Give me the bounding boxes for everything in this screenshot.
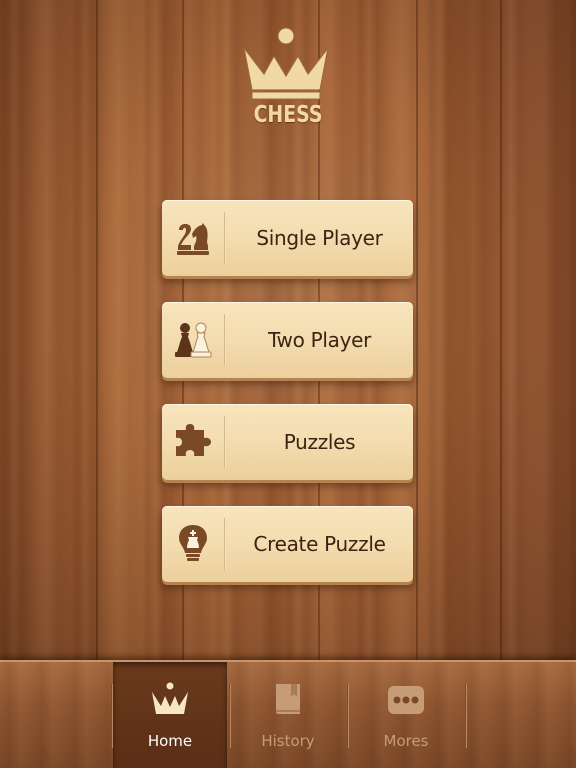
puzzles-button[interactable]: Puzzles [162, 404, 413, 480]
ellipsis-icon [388, 686, 424, 714]
tab-home[interactable]: Home [113, 662, 227, 768]
two-pawns-icon [162, 302, 224, 378]
puzzles-label: Puzzles [283, 430, 356, 454]
tab-separator [465, 684, 467, 748]
book-icon [276, 684, 300, 714]
tab-mores[interactable]: Mores [349, 662, 463, 768]
wood-seam [500, 0, 502, 660]
crown-logo-icon [243, 27, 329, 100]
crown-icon [152, 682, 188, 714]
app-logo: CHESS [236, 26, 340, 132]
tab-mores-label: Mores [383, 732, 429, 750]
tab-history-label: History [261, 732, 315, 750]
bottom-tab-bar: Home History Mores [0, 660, 576, 768]
tab-home-label: Home [147, 732, 193, 750]
single-player-button[interactable]: Single Player [162, 200, 413, 276]
tab-history[interactable]: History [231, 662, 345, 768]
single-player-label: Single Player [256, 226, 383, 250]
create-puzzle-button[interactable]: Create Puzzle [162, 506, 413, 582]
create-puzzle-label: Create Puzzle [253, 532, 386, 556]
wood-seam [416, 0, 418, 660]
logo-text: CHESS [253, 102, 323, 128]
lightbulb-king-icon [162, 506, 224, 582]
wood-seam [96, 0, 98, 660]
puzzle-piece-icon [162, 404, 224, 480]
two-player-label: Two Player [267, 328, 372, 352]
knight-two-icon [162, 200, 224, 276]
two-player-button[interactable]: Two Player [162, 302, 413, 378]
